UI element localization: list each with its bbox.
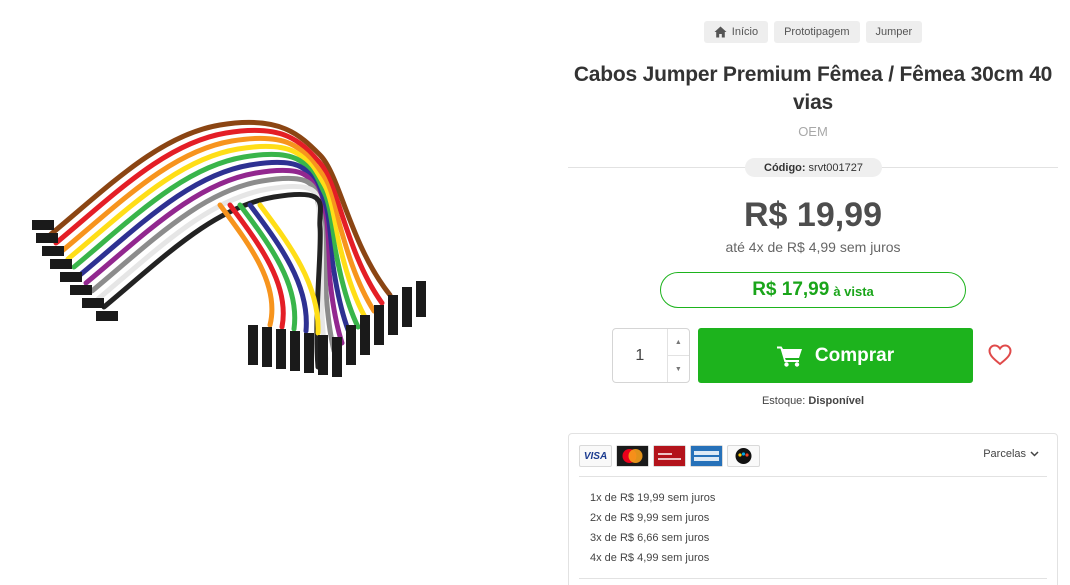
parcelas-toggle-label: Parcelas [983,448,1026,460]
visa-icon: VISA [579,445,612,467]
installment-item: 4x de R$ 4,99 sem juros [590,552,710,564]
product-code-value: srvt001727 [808,161,863,174]
mastercard-icon [616,445,649,467]
breadcrumb-category-label: Prototipagem [784,26,850,38]
stock-status: Estoque: Disponível [568,395,1058,407]
breadcrumb-category[interactable]: Prototipagem [774,21,860,43]
quantity-arrows: ▲ ▼ [667,329,689,382]
cash-price-box: R$ 17,99 à vista [660,272,966,308]
product-code-label: Código: [764,161,806,174]
card-flags: VISA [579,445,760,467]
quantity-stepper: 1 ▲ ▼ [612,328,690,383]
parcelas-toggle[interactable]: Parcelas [983,448,1039,460]
product-title: Cabos Jumper Premium Fêmea / Fêmea 30cm … [573,63,1053,114]
elo-logo-icon [735,448,752,464]
mastercard-logo-icon [617,446,648,466]
quantity-increase-button[interactable]: ▲ [668,329,689,355]
buy-button[interactable]: Comprar [698,328,973,383]
installment-item: 2x de R$ 9,99 sem juros [590,512,710,524]
product-price: R$ 19,99 [744,196,882,234]
breadcrumb-home-label: Início [731,26,759,38]
visa-icon-label: VISA [583,450,608,462]
cash-price-label: à vista [833,284,874,299]
shopping-cart-icon [776,346,802,367]
breadcrumb-home[interactable]: Início [703,21,769,43]
installment-list: 1x de R$ 19,99 sem juros 2x de R$ 9,99 s… [590,488,715,568]
payment-divider [579,476,1047,477]
stock-value: Disponível [808,395,865,407]
installments-summary: até 4x de R$ 4,99 sem juros [725,239,901,255]
product-brand[interactable]: OEM [568,124,1058,139]
breadcrumb-subcategory-label: Jumper [875,26,913,38]
breadcrumb-subcategory[interactable]: Jumper [865,21,923,43]
hipercard-icon [653,445,686,467]
product-detail-panel: Início Prototipagem Jumper Cabos Jumper … [568,0,1058,585]
payment-divider-bottom [579,578,1047,579]
quantity-decrease-button[interactable]: ▼ [667,355,689,382]
heart-icon[interactable] [988,344,1012,366]
amex-logo-icon [691,446,722,466]
home-icon [714,26,727,38]
product-code: Código: srvt001727 [745,158,882,177]
installment-item: 3x de R$ 6,66 sem juros [590,532,710,544]
cash-price: R$ 17,99 [752,279,830,300]
stock-label: Estoque: [761,395,806,407]
quantity-input[interactable]: 1 [613,329,668,382]
elo-icon [727,445,760,467]
payment-options-box: VISA Parcelas 1x de R$ 19,99 sem juros 2… [568,433,1058,585]
american-express-icon [690,445,723,467]
chevron-down-icon [1030,451,1039,457]
breadcrumb: Início Prototipagem Jumper [568,21,1058,43]
buy-button-label: Comprar [814,344,895,366]
product-image-area [0,0,520,585]
hipercard-logo-icon [654,446,685,466]
jumper-cable-image[interactable] [20,95,460,395]
installment-item: 1x de R$ 19,99 sem juros [590,492,716,504]
